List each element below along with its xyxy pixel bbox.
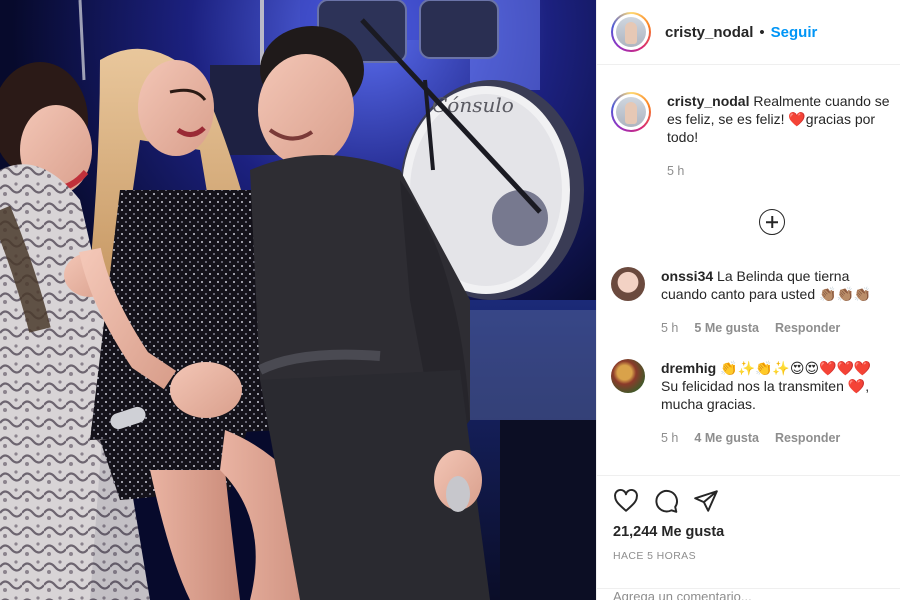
separator-dot: •	[759, 23, 765, 41]
drum-logo: Cónsulo	[432, 93, 514, 117]
comment-time[interactable]: 5 h	[661, 429, 678, 447]
comment-body: onssi34 La Belinda que tierna cuando can…	[661, 267, 885, 337]
author-username[interactable]: cristy_nodal	[665, 24, 753, 41]
post-sidebar: cristy_nodal • Seguir cristy_nodal Realm…	[596, 0, 900, 600]
comment-likes[interactable]: 5 Me gusta	[694, 319, 759, 337]
caption-body: cristy_nodal Realmente cuando se es feli…	[667, 92, 893, 180]
reply-button[interactable]: Responder	[775, 429, 840, 447]
comment-username[interactable]: dremhig	[661, 360, 716, 376]
caption-username[interactable]: cristy_nodal	[667, 93, 749, 109]
comment-meta: 5 h 4 Me gusta Responder	[661, 429, 885, 447]
post-timestamp: HACE 5 HORAS	[613, 550, 696, 562]
action-icons	[613, 488, 719, 514]
reply-button[interactable]: Responder	[775, 319, 840, 337]
comment-item: dremhig 👏✨👏✨😍😍❤️❤️❤️Su felicidad nos la …	[611, 359, 897, 447]
comment-likes[interactable]: 4 Me gusta	[694, 429, 759, 447]
likes-count[interactable]: 21,244 Me gusta	[613, 524, 724, 540]
add-comment-bar: Agrega un comentario...	[597, 588, 900, 600]
post-actions: 21,244 Me gusta HACE 5 HORAS Agrega un c…	[597, 475, 900, 600]
comment-time[interactable]: 5 h	[661, 319, 678, 337]
comment-icon[interactable]	[653, 488, 679, 514]
author-avatar[interactable]	[611, 12, 651, 52]
add-comment-input[interactable]: Agrega un comentario...	[613, 589, 752, 600]
comment-item: onssi34 La Belinda que tierna cuando can…	[611, 267, 897, 337]
caption-meta: 5 h	[667, 162, 893, 180]
follow-button[interactable]: Seguir	[771, 24, 818, 41]
load-more-comments-button[interactable]	[759, 209, 785, 235]
comment-meta: 5 h 5 Me gusta Responder	[661, 319, 885, 337]
heart-icon[interactable]	[613, 488, 639, 514]
send-icon[interactable]	[693, 488, 719, 514]
commenter-avatar[interactable]	[611, 359, 645, 393]
comment-username[interactable]: onssi34	[661, 268, 713, 284]
post-photo[interactable]: Cónsulo	[0, 0, 596, 600]
caption: cristy_nodal Realmente cuando se es feli…	[611, 92, 897, 180]
comment-body: dremhig 👏✨👏✨😍😍❤️❤️❤️Su felicidad nos la …	[661, 359, 885, 447]
comments-section: cristy_nodal Realmente cuando se es feli…	[597, 66, 900, 476]
caption-time[interactable]: 5 h	[667, 162, 684, 180]
post-header: cristy_nodal • Seguir	[597, 0, 900, 65]
commenter-avatar[interactable]	[611, 267, 645, 301]
caption-avatar[interactable]	[611, 92, 651, 132]
photo-image: Cónsulo	[0, 0, 596, 600]
